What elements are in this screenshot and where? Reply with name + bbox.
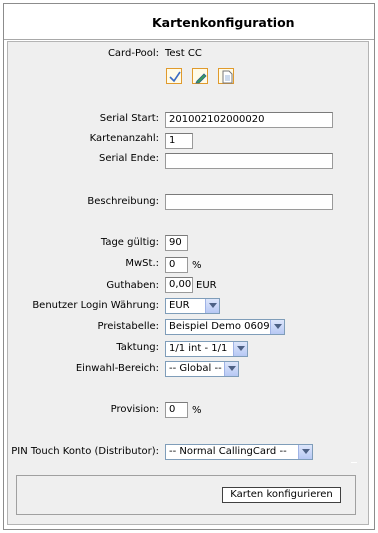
chevron-down-icon [270,320,284,334]
commission-input[interactable]: 0 [165,402,188,418]
vat-unit: % [192,260,202,271]
card-count-label: Kartenanzahl: [89,133,159,144]
balance-label: Guthaben: [106,280,159,291]
serial-start-label: Serial Start: [99,113,159,124]
dial-in-area-value: -- Global -- [169,363,222,374]
billing-select[interactable]: 1/1 int - 1/1 [165,341,248,357]
divider [351,462,357,463]
serial-end-label: Serial Ende: [99,153,159,164]
card-count-input[interactable]: 1 [165,133,193,149]
price-table-label: Preistabelle: [97,321,159,332]
login-currency-label: Benutzer Login Währung: [32,300,159,311]
billing-label: Taktung: [116,342,159,353]
document-icon[interactable] [218,68,234,84]
header: Kartenkonfiguration [4,4,374,40]
description-input[interactable] [165,194,333,210]
description-label: Beschreibung: [87,196,159,207]
chevron-down-icon [205,299,219,313]
page-title: Kartenkonfiguration [152,15,295,30]
dial-in-area-label: Einwahl-Bereich: [75,363,159,374]
configure-cards-button[interactable]: Karten konfigurieren [222,487,341,503]
dial-in-area-select[interactable]: -- Global -- [165,361,239,377]
pin-touch-account-label: PIN Touch Konto (Distributor): [11,446,159,457]
serial-end-input[interactable] [165,153,333,169]
billing-value: 1/1 int - 1/1 [169,343,228,354]
vat-input[interactable]: 0 [165,257,188,273]
serial-start-input[interactable]: 201002102000020 [165,112,333,128]
chevron-down-icon [233,342,247,356]
price-table-value: Beispiel Demo 0609 [169,321,270,332]
balance-unit: EUR [196,280,217,291]
commission-label: Provision: [110,404,159,415]
login-currency-select[interactable]: EUR [165,298,220,314]
vat-label: MwSt.: [125,258,159,269]
pencil-edit-icon[interactable] [192,68,208,84]
price-table-select[interactable]: Beispiel Demo 0609 [165,319,285,335]
pin-touch-account-value: -- Normal CallingCard -- [169,446,287,457]
chevron-down-icon [298,445,312,459]
card-pool-label: Card-Pool: [107,48,159,59]
balance-input[interactable]: 0,00 [165,277,193,293]
days-valid-label: Tage gültig: [100,237,159,248]
days-valid-input[interactable]: 90 [165,235,188,251]
card-pool-value: Test CC [165,48,202,59]
chevron-down-icon [224,362,238,376]
commission-unit: % [192,405,202,416]
check-icon[interactable] [166,68,182,84]
pin-touch-account-select[interactable]: -- Normal CallingCard -- [165,444,313,460]
login-currency-value: EUR [169,300,190,311]
